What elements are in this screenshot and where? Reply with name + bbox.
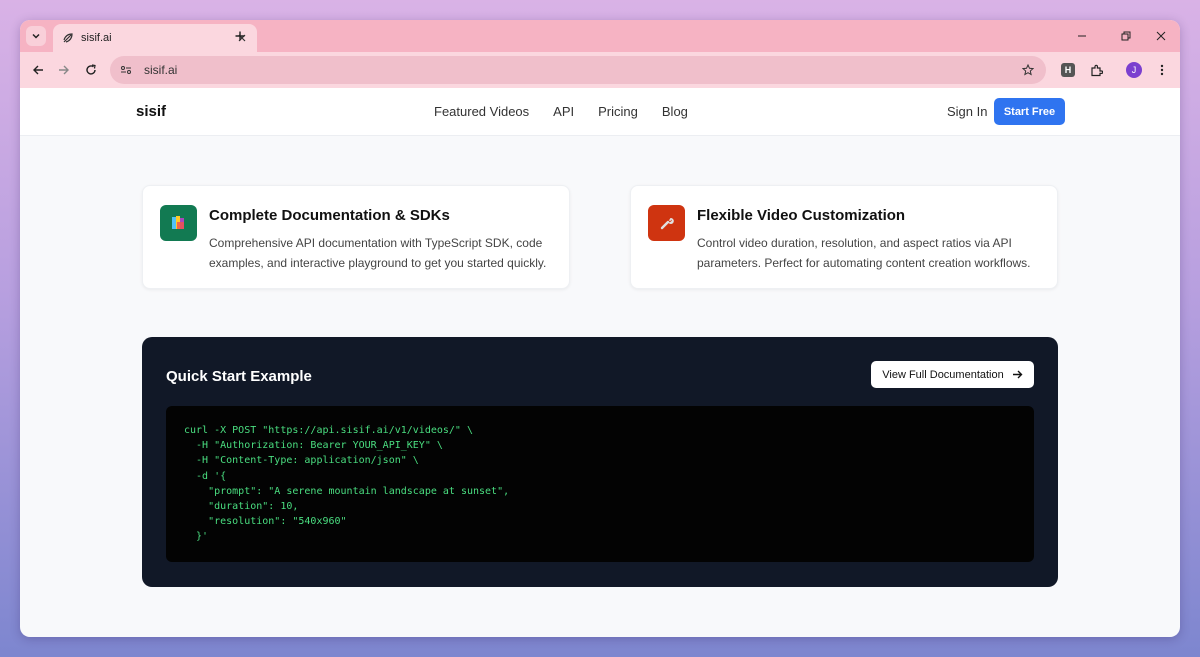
wrench-icon — [648, 205, 685, 241]
tab-search-button[interactable] — [26, 26, 46, 46]
forward-button[interactable] — [56, 62, 72, 78]
sign-in-link[interactable]: Sign In — [947, 104, 987, 119]
nav-api[interactable]: API — [553, 104, 574, 119]
close-window-button[interactable] — [1153, 28, 1169, 44]
code-block[interactable]: curl -X POST "https://api.sisif.ai/v1/vi… — [166, 406, 1034, 562]
nav-blog[interactable]: Blog — [662, 104, 688, 119]
chevron-down-icon — [32, 33, 40, 39]
avatar: J — [1126, 62, 1142, 78]
tab-strip: sisif.ai — [20, 20, 1180, 52]
main-nav: Featured Videos API Pricing Blog — [434, 104, 688, 119]
extension-h-icon: H — [1061, 63, 1075, 77]
url-text: sisif.ai — [144, 63, 178, 77]
site-info-icon[interactable] — [118, 62, 134, 78]
profile-button[interactable]: J — [1126, 62, 1142, 78]
arrow-right-icon — [59, 65, 69, 75]
quick-start-title: Quick Start Example — [166, 368, 312, 385]
browser-menu-button[interactable] — [1154, 62, 1170, 78]
plus-icon — [235, 31, 245, 41]
restore-button[interactable] — [1118, 28, 1134, 44]
nav-pricing[interactable]: Pricing — [598, 104, 638, 119]
back-button[interactable] — [30, 62, 46, 78]
extensions-button[interactable] — [1088, 62, 1104, 78]
start-free-button[interactable]: Start Free — [994, 98, 1065, 125]
close-icon — [1156, 31, 1166, 41]
browser-toolbar: sisif.ai H J — [20, 52, 1180, 88]
tab-sisif[interactable]: sisif.ai — [53, 24, 257, 52]
quick-start-section: Quick Start Example View Full Documentat… — [142, 337, 1058, 587]
reload-button[interactable] — [83, 62, 99, 78]
puzzle-icon — [1090, 64, 1103, 76]
feature-description: Control video duration, resolution, and … — [697, 236, 1031, 270]
bookmark-star-icon[interactable] — [1020, 62, 1036, 78]
minimize-icon — [1078, 35, 1086, 37]
minimize-button[interactable] — [1074, 28, 1090, 44]
new-tab-button[interactable] — [232, 28, 248, 44]
arrow-left-icon — [33, 65, 43, 75]
site-logo[interactable]: sisif — [136, 103, 166, 120]
address-bar[interactable]: sisif.ai — [110, 56, 1046, 84]
view-documentation-label: View Full Documentation — [882, 368, 1004, 381]
feature-card-documentation: Complete Documentation & SDKs Comprehens… — [142, 185, 570, 289]
feather-icon — [61, 31, 75, 45]
kebab-menu-icon — [1160, 64, 1164, 76]
tab-title: sisif.ai — [81, 32, 112, 44]
browser-window: sisif.ai sisif.ai H J sisif Featured Vid… — [20, 20, 1180, 637]
site-header: sisif Featured Videos API Pricing Blog S… — [20, 88, 1180, 136]
restore-icon — [1121, 31, 1131, 41]
extension-h-button[interactable]: H — [1060, 62, 1076, 78]
books-icon — [160, 205, 197, 241]
arrow-right-icon — [1012, 370, 1023, 379]
nav-featured-videos[interactable]: Featured Videos — [434, 104, 529, 119]
reload-icon — [86, 64, 96, 75]
feature-title: Complete Documentation & SDKs — [209, 207, 450, 224]
feature-card-customization: Flexible Video Customization Control vid… — [630, 185, 1058, 289]
feature-description: Comprehensive API documentation with Typ… — [209, 236, 547, 270]
feature-title: Flexible Video Customization — [697, 207, 906, 224]
view-documentation-button[interactable]: View Full Documentation — [871, 361, 1034, 388]
